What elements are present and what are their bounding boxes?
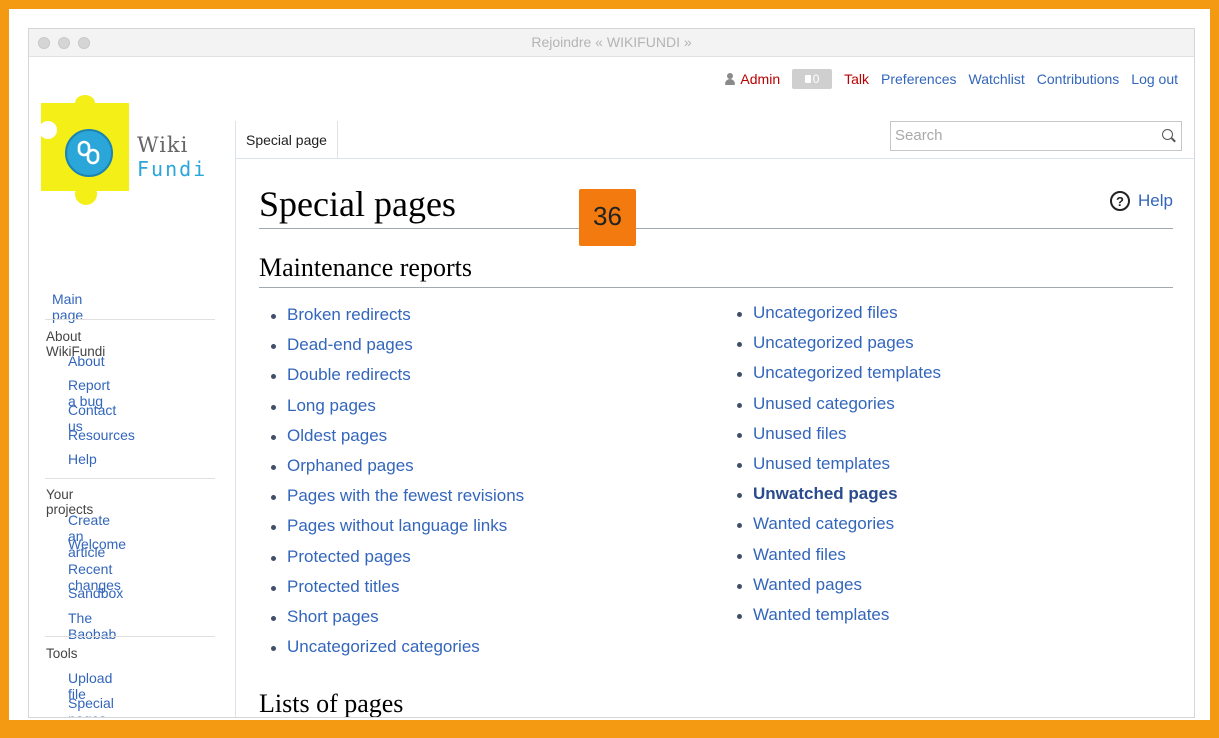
- minimize-window-button[interactable]: [58, 37, 70, 49]
- section-divider: [259, 287, 1173, 288]
- list-item-link[interactable]: Uncategorized templates: [737, 358, 941, 388]
- site-logo[interactable]: Wiki Fundi: [39, 95, 211, 223]
- list-item-link[interactable]: Orphaned pages: [271, 451, 524, 481]
- title-bar: Rejoindre « WIKIFUNDI »: [29, 29, 1194, 57]
- list-item-link[interactable]: Pages with the fewest revisions: [271, 481, 524, 511]
- personal-tools: Admin 0 Talk Preferences Watchlist Contr…: [724, 69, 1178, 89]
- logo-puzzle-knob: [75, 183, 97, 205]
- sidebar-item-help[interactable]: Help: [68, 451, 97, 467]
- list-item-link[interactable]: Wanted pages: [737, 570, 941, 600]
- search-box: [890, 121, 1182, 151]
- notifications-badge[interactable]: 0: [792, 69, 833, 89]
- user-name: Admin: [740, 71, 781, 87]
- logo-puzzle-knob: [75, 95, 95, 111]
- chain-link-icon: [65, 129, 113, 177]
- list-item-link[interactable]: Double redirects: [271, 360, 524, 390]
- notifications-count: 0: [812, 72, 820, 86]
- tab-special-page[interactable]: Special page: [235, 121, 338, 159]
- list-item-link[interactable]: Long pages: [271, 391, 524, 421]
- sidebar-item-about[interactable]: About: [68, 353, 105, 369]
- logout-link[interactable]: Log out: [1131, 71, 1178, 87]
- sidebar-item-welcome[interactable]: Welcome: [68, 536, 126, 552]
- section-heading-maintenance: Maintenance reports: [259, 253, 472, 282]
- sidebar-item-resources[interactable]: Resources: [68, 427, 135, 443]
- list-item-link[interactable]: Unused templates: [737, 449, 941, 479]
- maintenance-list-right: Uncategorized files Uncategorized pages …: [737, 298, 941, 630]
- list-item-link[interactable]: Short pages: [271, 602, 524, 632]
- maintenance-list-left: Broken redirects Dead-end pages Double r…: [271, 300, 524, 662]
- list-item-link[interactable]: Protected titles: [271, 572, 524, 602]
- list-item-link[interactable]: Protected pages: [271, 542, 524, 572]
- user-link[interactable]: Admin: [724, 71, 780, 87]
- help-label: Help: [1138, 191, 1173, 210]
- sidebar-divider: [45, 636, 215, 637]
- contributions-link[interactable]: Contributions: [1037, 71, 1120, 87]
- section-heading-lists: Lists of pages: [259, 689, 404, 718]
- list-item-link[interactable]: Uncategorized categories: [271, 632, 524, 662]
- window-title: Rejoindre « WIKIFUNDI »: [531, 34, 692, 50]
- sidebar-item-special-pages[interactable]: Special pages: [68, 695, 114, 717]
- list-item-link[interactable]: Wanted templates: [737, 600, 941, 630]
- list-item-link[interactable]: Pages without language links: [271, 511, 524, 541]
- list-item-link[interactable]: Oldest pages: [271, 421, 524, 451]
- sidebar-divider: [45, 478, 215, 479]
- help-link[interactable]: ? Help: [1110, 191, 1173, 211]
- chain-link-glyph: [77, 140, 100, 165]
- zoom-window-button[interactable]: [78, 37, 90, 49]
- watchlist-link[interactable]: Watchlist: [969, 71, 1025, 87]
- talk-link[interactable]: Talk: [844, 71, 869, 87]
- logo-puzzle-notch: [39, 121, 57, 139]
- list-item-link[interactable]: Wanted categories: [737, 509, 941, 539]
- close-window-button[interactable]: [38, 37, 50, 49]
- search-input[interactable]: [891, 122, 1145, 148]
- page-title: Special pages: [259, 184, 456, 224]
- list-item-link[interactable]: Uncategorized pages: [737, 328, 941, 358]
- logo-text-fundi: Fundi: [137, 157, 208, 181]
- list-item-link[interactable]: Uncategorized files: [737, 298, 941, 328]
- preferences-link[interactable]: Preferences: [881, 71, 956, 87]
- list-item-link[interactable]: Unused files: [737, 419, 941, 449]
- sidebar-item-baobab[interactable]: The Baobab: [68, 610, 116, 642]
- search-icon[interactable]: [1162, 129, 1173, 140]
- browser-window: Rejoindre « WIKIFUNDI » Admin 0 Talk Pre…: [28, 28, 1195, 718]
- main-content: Special pages ? Help Maintenance reports…: [235, 158, 1194, 718]
- sidebar-heading-tools: Tools: [46, 646, 78, 661]
- list-item-link[interactable]: Dead-end pages: [271, 330, 524, 360]
- sidebar-item-sandbox[interactable]: Sandbox: [68, 585, 123, 601]
- step-number-badge: 36: [579, 189, 636, 246]
- list-item-link[interactable]: Unused categories: [737, 389, 941, 419]
- list-item-link-unwatched[interactable]: Unwatched pages: [737, 479, 941, 509]
- tray-icon: [804, 75, 811, 83]
- list-item-link[interactable]: Broken redirects: [271, 300, 524, 330]
- sidebar-divider: [45, 319, 215, 320]
- user-icon: [724, 73, 736, 85]
- list-item-link[interactable]: Wanted files: [737, 540, 941, 570]
- logo-text-wiki: Wiki: [137, 133, 189, 157]
- logo-puzzle: [39, 95, 129, 205]
- title-divider: [259, 228, 1173, 229]
- help-icon: ?: [1110, 191, 1131, 211]
